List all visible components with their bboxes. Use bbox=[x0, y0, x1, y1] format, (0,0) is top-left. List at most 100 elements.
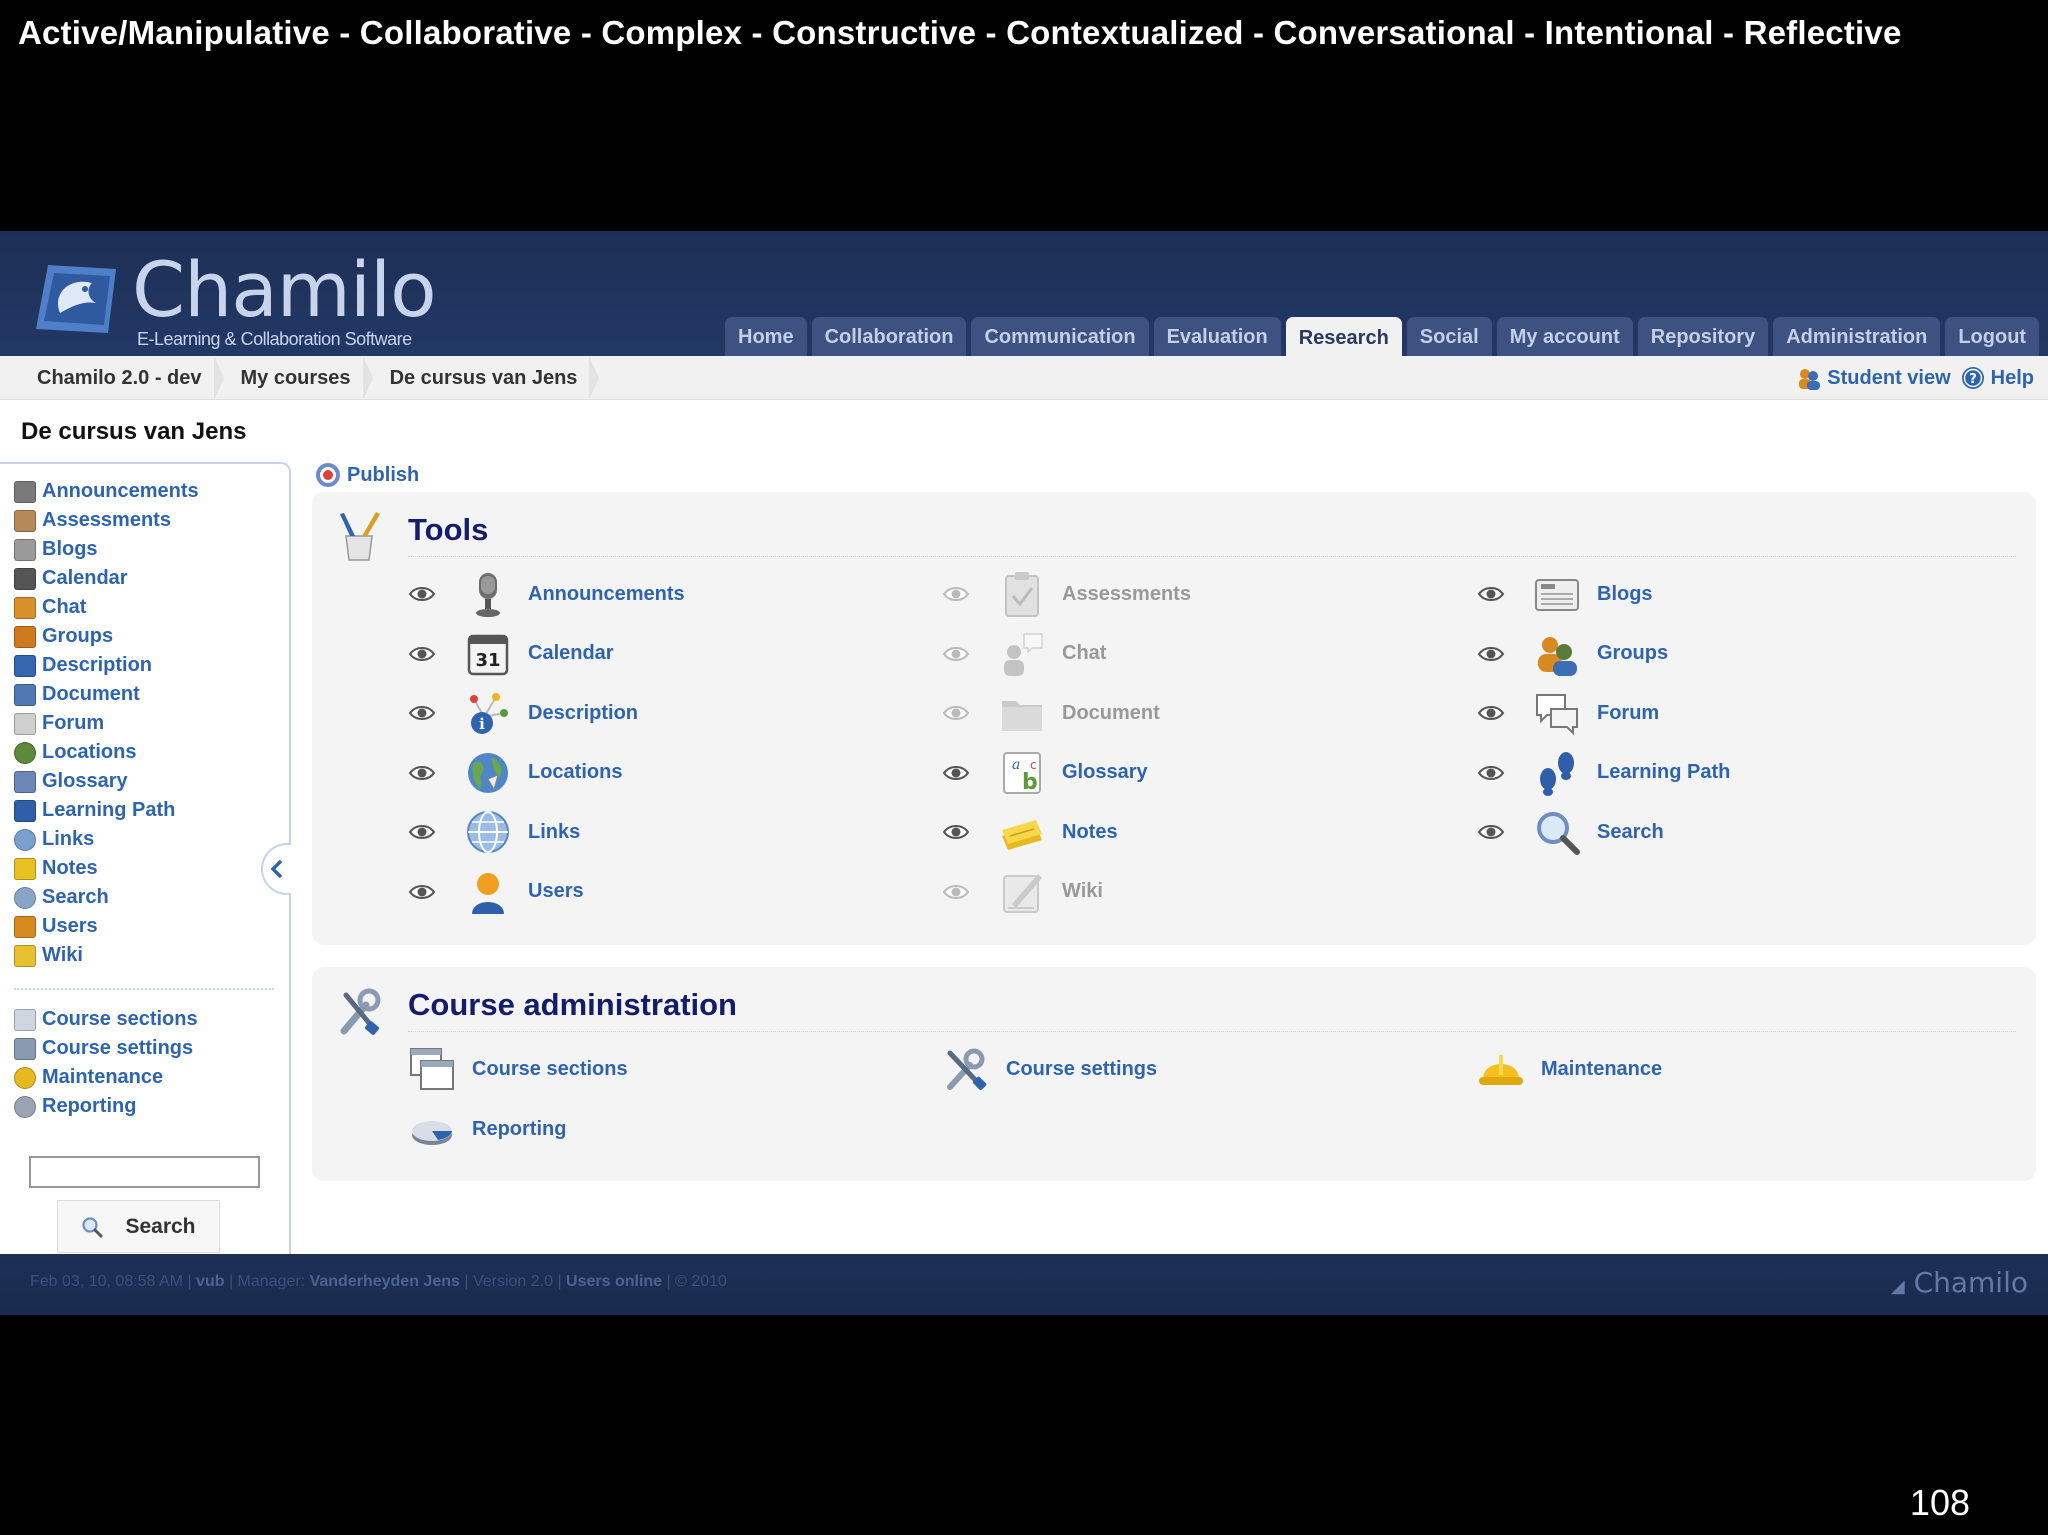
tool-glossary[interactable]: a b c Glossary bbox=[942, 746, 1148, 800]
student-view-link[interactable]: Student view bbox=[1797, 366, 1951, 390]
tool-calendar[interactable]: 31 Calendar bbox=[408, 627, 614, 681]
admin-maintenance[interactable]: Maintenance bbox=[1477, 1042, 1662, 1096]
visible-eye-icon[interactable] bbox=[408, 585, 436, 603]
admin-reporting[interactable]: Reporting bbox=[408, 1102, 566, 1156]
visible-eye-icon[interactable] bbox=[1477, 585, 1505, 603]
visible-eye-icon[interactable] bbox=[408, 645, 436, 663]
visibility-toggle[interactable] bbox=[408, 823, 436, 841]
sidebar-item-document[interactable]: Document bbox=[14, 680, 199, 709]
visible-eye-icon[interactable] bbox=[408, 823, 436, 841]
nav-tab-social[interactable]: Social bbox=[1406, 317, 1492, 356]
tool-forum[interactable]: Forum bbox=[1477, 686, 1659, 740]
tool-notes[interactable]: Notes bbox=[942, 805, 1118, 859]
visibility-toggle[interactable] bbox=[942, 764, 970, 782]
nav-tab-my-account[interactable]: My account bbox=[1496, 317, 1633, 356]
hidden-eye-icon[interactable] bbox=[942, 585, 970, 603]
footer-org-link[interactable]: vub bbox=[196, 1273, 224, 1290]
visibility-toggle[interactable] bbox=[1477, 823, 1505, 841]
tool-document[interactable]: Document bbox=[942, 686, 1160, 740]
sidebar-item-notes[interactable]: Notes bbox=[14, 854, 199, 883]
sidebar-search-button[interactable]: Search bbox=[57, 1200, 220, 1253]
visible-eye-icon[interactable] bbox=[408, 704, 436, 722]
visible-eye-icon[interactable] bbox=[942, 823, 970, 841]
tool-search[interactable]: Search bbox=[1477, 805, 1664, 859]
sidebar-item-glossary[interactable]: Glossary bbox=[14, 767, 199, 796]
visible-eye-icon[interactable] bbox=[1477, 823, 1505, 841]
visibility-toggle[interactable] bbox=[942, 823, 970, 841]
visible-eye-icon[interactable] bbox=[408, 764, 436, 782]
visible-eye-icon[interactable] bbox=[1477, 645, 1505, 663]
tool-wiki[interactable]: Wiki bbox=[942, 865, 1103, 919]
sidebar-item-reporting[interactable]: Reporting bbox=[14, 1092, 198, 1121]
sidebar-item-calendar[interactable]: Calendar bbox=[14, 564, 199, 593]
visibility-toggle[interactable] bbox=[1477, 704, 1505, 722]
hidden-eye-icon[interactable] bbox=[942, 883, 970, 901]
visibility-toggle[interactable] bbox=[1477, 585, 1505, 603]
visibility-toggle[interactable] bbox=[942, 883, 970, 901]
visibility-toggle[interactable] bbox=[1477, 645, 1505, 663]
visibility-toggle[interactable] bbox=[942, 585, 970, 603]
sidebar-item-announcements[interactable]: Announcements bbox=[14, 477, 199, 506]
tool-learning-path[interactable]: Learning Path bbox=[1477, 746, 1730, 800]
visible-eye-icon[interactable] bbox=[1477, 764, 1505, 782]
tool-blogs[interactable]: Blogs bbox=[1477, 567, 1653, 621]
visible-eye-icon[interactable] bbox=[408, 883, 436, 901]
sidebar-item-links[interactable]: Links bbox=[14, 825, 199, 854]
visibility-toggle[interactable] bbox=[942, 645, 970, 663]
visible-eye-icon[interactable] bbox=[1477, 704, 1505, 722]
sidebar-search-input[interactable] bbox=[29, 1156, 260, 1188]
breadcrumb-item-platform[interactable]: Chamilo 2.0 - dev bbox=[20, 356, 224, 400]
sidebar-item-forum[interactable]: Forum bbox=[14, 709, 199, 738]
visibility-toggle[interactable] bbox=[1477, 764, 1505, 782]
nav-tab-collaboration[interactable]: Collaboration bbox=[811, 317, 967, 356]
tool-announcements[interactable]: Announcements bbox=[408, 567, 685, 621]
visibility-toggle[interactable] bbox=[408, 883, 436, 901]
visibility-toggle[interactable] bbox=[408, 585, 436, 603]
nav-tab-logout[interactable]: Logout bbox=[1945, 317, 2040, 356]
publish-link[interactable]: Publish bbox=[315, 462, 419, 488]
hidden-eye-icon[interactable] bbox=[942, 704, 970, 722]
sidebar-item-course-sections[interactable]: Course sections bbox=[14, 1005, 198, 1034]
chamilo-logo[interactable]: Chamilo E-Learning & Collaboration Softw… bbox=[30, 245, 450, 349]
hidden-eye-icon[interactable] bbox=[942, 645, 970, 663]
visibility-toggle[interactable] bbox=[408, 764, 436, 782]
sidebar-item-users[interactable]: Users bbox=[14, 912, 199, 941]
nav-tab-communication[interactable]: Communication bbox=[971, 317, 1149, 356]
visibility-toggle[interactable] bbox=[408, 704, 436, 722]
visibility-toggle[interactable] bbox=[408, 645, 436, 663]
tool-locations[interactable]: Locations bbox=[408, 746, 622, 800]
sidebar-item-learning-path[interactable]: Learning Path bbox=[14, 796, 199, 825]
sidebar-item-search[interactable]: Search bbox=[14, 883, 199, 912]
nav-tab-evaluation[interactable]: Evaluation bbox=[1153, 317, 1281, 356]
breadcrumb-item-course[interactable]: De cursus van Jens bbox=[373, 356, 600, 400]
sidebar-item-chat[interactable]: Chat bbox=[14, 593, 199, 622]
sidebar-item-description[interactable]: Description bbox=[14, 651, 199, 680]
help-link[interactable]: ? Help bbox=[1961, 366, 2034, 390]
sidebar-item-course-settings[interactable]: Course settings bbox=[14, 1034, 198, 1063]
tool-links[interactable]: Links bbox=[408, 805, 580, 859]
admin-course-sections[interactable]: Course sections bbox=[408, 1042, 628, 1096]
tool-chat[interactable]: Chat bbox=[942, 627, 1106, 681]
sidebar-item-blogs[interactable]: Blogs bbox=[14, 535, 199, 564]
sidebar-item-locations[interactable]: Locations bbox=[14, 738, 199, 767]
nav-tab-repository[interactable]: Repository bbox=[1637, 317, 1769, 356]
footer-info: Feb 03, 10, 08:58 AM | vub | Manager: Va… bbox=[30, 1273, 727, 1290]
tool-users[interactable]: Users bbox=[408, 865, 584, 919]
admin-course-settings[interactable]: Course settings bbox=[942, 1042, 1157, 1096]
tool-assessments[interactable]: Assessments bbox=[942, 567, 1191, 621]
footer-users-online-link[interactable]: Users online bbox=[566, 1273, 662, 1290]
tool-groups[interactable]: Groups bbox=[1477, 627, 1668, 681]
footer-manager-link[interactable]: Vanderheyden Jens bbox=[310, 1273, 460, 1290]
tool-description[interactable]: i Description bbox=[408, 686, 638, 740]
nav-tab-administration[interactable]: Administration bbox=[1773, 317, 1941, 356]
nav-tab-research[interactable]: Research bbox=[1285, 317, 1402, 356]
sidebar-item-groups[interactable]: Groups bbox=[14, 622, 199, 651]
visibility-toggle[interactable] bbox=[942, 704, 970, 722]
nav-tab-home[interactable]: Home bbox=[725, 317, 807, 356]
visible-eye-icon[interactable] bbox=[942, 764, 970, 782]
sidebar-item-maintenance[interactable]: Maintenance bbox=[14, 1063, 198, 1092]
sidebar-item-assessments[interactable]: Assessments bbox=[14, 506, 199, 535]
breadcrumb-item-my-courses[interactable]: My courses bbox=[224, 356, 373, 400]
sidebar-item-wiki[interactable]: Wiki bbox=[14, 941, 199, 970]
search-button-label: Search bbox=[125, 1214, 196, 1238]
